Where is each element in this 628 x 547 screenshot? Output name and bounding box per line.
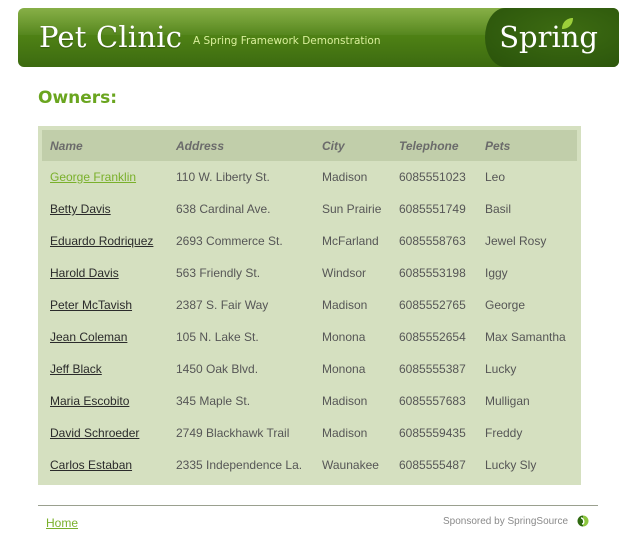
owner-telephone: 6085555487	[399, 458, 466, 472]
owner-pets: Basil	[485, 202, 512, 216]
table-row: Peter McTavish 2387 S. Fair Way Madison …	[42, 289, 577, 321]
owner-name-link[interactable]: Carlos Estaban	[50, 458, 132, 472]
table-header-row: Name Address City Telephone Pets	[42, 130, 577, 161]
owner-address: 2749 Blackhawk Trail	[176, 426, 290, 440]
owner-name-link[interactable]: Eduardo Rodriquez	[50, 234, 153, 248]
app-subtitle: A Spring Framework Demonstration	[193, 35, 381, 47]
table-row: Maria Escobito 345 Maple St. Madison 608…	[42, 385, 577, 417]
owner-address: 1450 Oak Blvd.	[176, 362, 259, 376]
owner-name-link[interactable]: Maria Escobito	[50, 394, 129, 408]
owner-address: 110 W. Liberty St.	[176, 170, 270, 184]
page-heading: Owners:	[38, 88, 118, 108]
owners-table-container: Name Address City Telephone Pets George …	[38, 126, 581, 485]
column-header-pets: Pets	[477, 130, 577, 161]
owner-city: Monona	[322, 330, 366, 344]
owner-telephone: 6085559435	[399, 426, 466, 440]
header-banner: Pet Clinic A Spring Framework Demonstrat…	[18, 8, 619, 67]
table-row: Eduardo Rodriquez 2693 Commerce St. McFa…	[42, 225, 577, 257]
owner-city: Madison	[322, 426, 368, 440]
table-row: Harold Davis 563 Friendly St. Windsor 60…	[42, 257, 577, 289]
owner-city: Madison	[322, 298, 368, 312]
owner-pets: George	[485, 298, 526, 312]
table-row: David Schroeder 2749 Blackhawk Trail Mad…	[42, 417, 577, 449]
owner-name-link[interactable]: Jean Coleman	[50, 330, 127, 344]
owner-city: Sun Prairie	[322, 202, 382, 216]
owner-pets: Jewel Rosy	[485, 234, 547, 248]
owner-pets: Iggy	[485, 266, 508, 280]
owner-name-link[interactable]: Betty Davis	[50, 202, 111, 216]
owner-city: Windsor	[322, 266, 367, 280]
table-row: Jeff Black 1450 Oak Blvd. Monona 6085555…	[42, 353, 577, 385]
column-header-name: Name	[42, 130, 168, 161]
table-row: Betty Davis 638 Cardinal Ave. Sun Prairi…	[42, 193, 577, 225]
owner-name-link[interactable]: Peter McTavish	[50, 298, 132, 312]
owner-pets: Freddy	[485, 426, 523, 440]
owner-address: 345 Maple St.	[176, 394, 251, 408]
owner-address: 2335 Independence La.	[176, 458, 303, 472]
home-link[interactable]: Home	[46, 516, 78, 530]
column-header-telephone: Telephone	[391, 130, 477, 161]
owner-pets: Lucky Sly	[485, 458, 537, 472]
footer-divider	[38, 505, 598, 506]
app-title: Pet Clinic	[39, 20, 183, 54]
owner-name-link[interactable]: David Schroeder	[50, 426, 139, 440]
owners-table: Name Address City Telephone Pets George …	[42, 130, 577, 481]
owner-name-link[interactable]: George Franklin	[50, 170, 136, 184]
owner-telephone: 6085558763	[399, 234, 466, 248]
table-row: Jean Coleman 105 N. Lake St. Monona 6085…	[42, 321, 577, 353]
table-row: Carlos Estaban 2335 Independence La. Wau…	[42, 449, 577, 481]
owner-address: 2387 S. Fair Way	[176, 298, 269, 312]
owner-address: 563 Friendly St.	[176, 266, 261, 280]
sponsor-text: Sponsored by SpringSource	[443, 516, 569, 527]
springsource-logo-icon	[577, 515, 589, 527]
owner-telephone: 6085552765	[399, 298, 466, 312]
owner-pets: Max Samantha	[485, 330, 566, 344]
owner-telephone: 6085551749	[399, 202, 466, 216]
owner-address: 638 Cardinal Ave.	[176, 202, 271, 216]
owner-pets: Lucky	[485, 362, 517, 376]
owner-city: Madison	[322, 394, 368, 408]
owner-telephone: 6085555387	[399, 362, 466, 376]
owner-name-link[interactable]: Harold Davis	[50, 266, 119, 280]
owner-telephone: 6085551023	[399, 170, 466, 184]
owner-telephone: 6085552654	[399, 330, 466, 344]
owner-city: Madison	[322, 170, 368, 184]
owner-address: 105 N. Lake St.	[176, 330, 259, 344]
spring-leaf-icon	[562, 18, 573, 29]
owner-pets: Mulligan	[485, 394, 530, 408]
spring-logo: Spring	[499, 20, 598, 54]
owner-address: 2693 Commerce St.	[176, 234, 283, 248]
owner-telephone: 6085557683	[399, 394, 466, 408]
owner-city: Monona	[322, 362, 366, 376]
owner-name-link[interactable]: Jeff Black	[50, 362, 102, 376]
owner-pets: Leo	[485, 170, 506, 184]
owner-city: McFarland	[322, 234, 379, 248]
column-header-address: Address	[168, 130, 314, 161]
table-row: George Franklin 110 W. Liberty St. Madis…	[42, 161, 577, 193]
column-header-city: City	[314, 130, 391, 161]
owner-telephone: 6085553198	[399, 266, 466, 280]
owner-city: Waunakee	[322, 458, 379, 472]
